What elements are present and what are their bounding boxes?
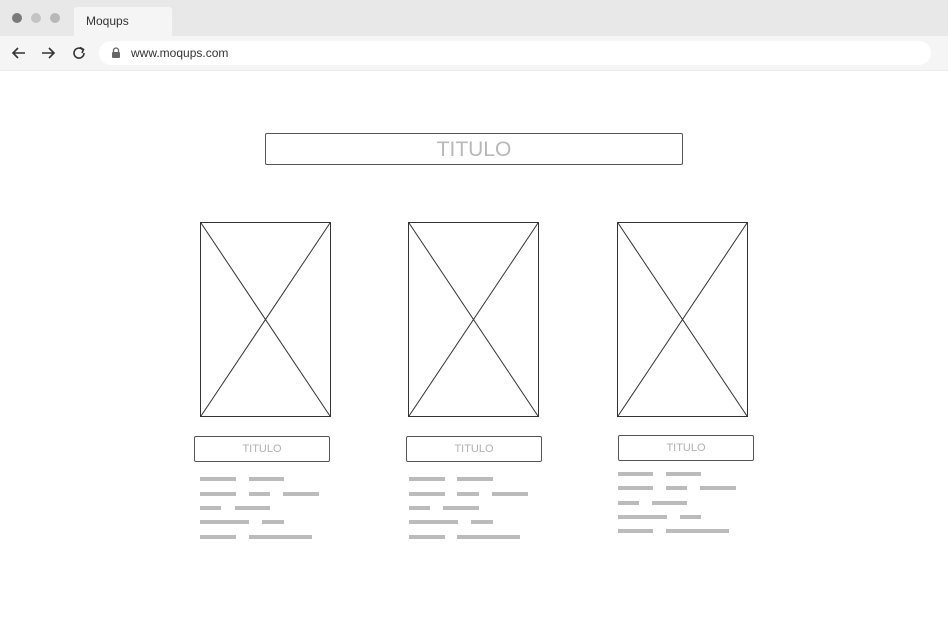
back-arrow-icon[interactable] — [11, 45, 27, 61]
address-bar[interactable]: www.moqups.com — [99, 41, 931, 65]
image-placeholder — [408, 222, 539, 417]
image-placeholder — [617, 222, 748, 417]
card-title-box: TITULO — [406, 436, 542, 462]
close-window-button[interactable] — [12, 13, 22, 23]
lock-icon — [111, 47, 121, 59]
forward-arrow-icon[interactable] — [40, 45, 56, 61]
card-title-box: TITULO — [194, 436, 330, 462]
image-placeholder — [200, 222, 331, 417]
tab-title: Moqups — [86, 14, 129, 28]
browser-tab[interactable]: Moqups — [74, 7, 172, 36]
maximize-window-button[interactable] — [50, 13, 60, 23]
browser-toolbar: www.moqups.com — [0, 36, 948, 71]
card-title-box: TITULO — [618, 435, 754, 461]
reload-icon[interactable] — [71, 45, 87, 61]
url-text: www.moqups.com — [131, 46, 229, 60]
page-title-box: TITULO — [265, 133, 683, 165]
minimize-window-button[interactable] — [31, 13, 41, 23]
browser-titlebar: Moqups — [0, 0, 948, 36]
